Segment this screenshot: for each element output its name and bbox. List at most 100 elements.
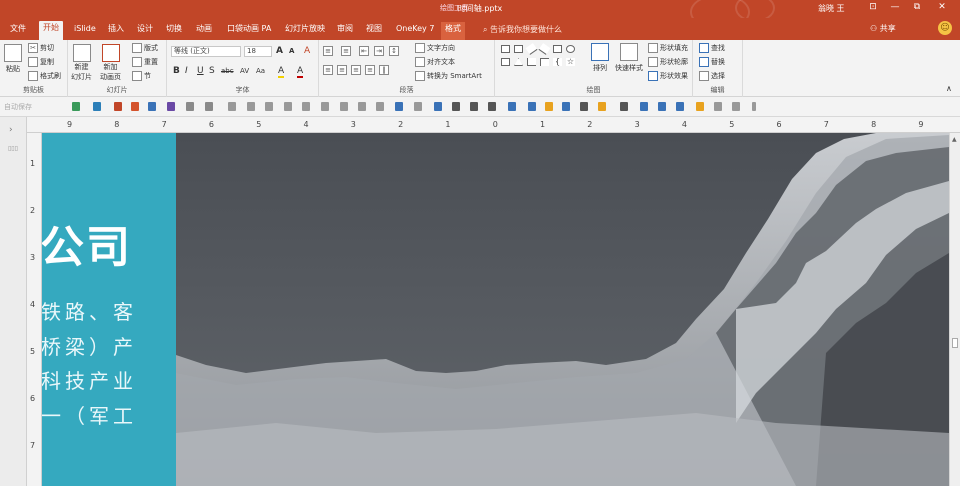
shape-triangle[interactable] [514,58,523,66]
bullets-button[interactable]: ≡ [323,46,333,56]
qat-icon[interactable] [247,102,255,111]
reset-button[interactable]: 重置 [132,57,158,67]
qat-icon[interactable] [302,102,310,111]
qat-icon[interactable] [488,102,496,111]
qat-icon[interactable] [93,102,101,111]
qat-icon[interactable] [205,102,213,111]
shape-effects-button[interactable]: 形状效果 [648,71,688,81]
share-button[interactable]: ⚇ 共享 [870,23,896,34]
align-right-button[interactable]: ≡ [351,65,361,75]
text-shadow-button[interactable]: S [209,66,215,76]
increase-indent-button[interactable]: ⇥ [374,46,384,56]
minimize-button[interactable]: — [888,2,902,12]
scrollbar-thumb[interactable] [952,338,958,348]
qat-icon[interactable] [186,102,194,111]
shape-rectangle[interactable] [553,45,562,53]
tab-pocket-animation[interactable]: 口袋动画 PA [223,22,275,38]
close-button[interactable]: ✕ [935,2,949,12]
shape-connector[interactable] [540,58,549,66]
qat-icon[interactable] [265,102,273,111]
qat-icon[interactable] [358,102,366,111]
qat-icon[interactable] [131,102,139,111]
find-button[interactable]: 查找 [699,43,725,53]
tab-onekey[interactable]: OneKey 7 [392,22,438,38]
ribbon-display-icon[interactable]: ⊡ [866,2,880,12]
restore-button[interactable]: ⧉ [910,2,924,12]
qat-icon[interactable] [72,102,80,111]
qat-icon[interactable] [676,102,684,111]
tab-slideshow[interactable]: 幻灯片放映 [281,22,329,38]
qat-icon[interactable] [228,102,236,111]
highlight-color-button[interactable]: A [278,66,285,78]
qat-icon[interactable] [321,102,329,111]
decrease-indent-button[interactable]: ⇤ [359,46,369,56]
qat-icon[interactable] [508,102,516,111]
lock-icon[interactable] [732,102,740,111]
slide-text-line[interactable]: 铁路、客 [42,296,137,325]
justify-button[interactable]: ≡ [365,65,375,75]
shape-elbow[interactable] [527,58,536,66]
new-animation-button[interactable]: 新加 动画页 [100,44,121,82]
tab-transitions[interactable]: 切换 [162,22,186,38]
tab-file[interactable]: 文件 [6,22,30,38]
replace-button[interactable]: 替换 [699,57,725,67]
cut-button[interactable]: ✂ 剪切 [28,43,54,53]
section-button[interactable]: 节 [132,71,151,81]
qat-icon[interactable] [620,102,628,111]
tab-format[interactable]: 格式 [441,22,465,40]
shape-outline-button[interactable]: 形状轮廓 [648,57,688,67]
customize-qat-icon[interactable] [752,102,756,111]
font-size-select[interactable]: 18 [244,46,272,57]
qat-icon[interactable] [114,102,122,111]
tab-insert[interactable]: 插入 [104,22,128,38]
qat-icon[interactable] [714,102,722,111]
eyedropper-icon[interactable] [470,102,478,111]
font-color-button[interactable]: A [297,66,304,78]
quick-styles-button[interactable]: 快速样式 [615,43,643,73]
vertical-scrollbar[interactable]: ▲ [949,133,960,486]
shape-rounded-rect[interactable] [501,58,510,66]
slide-canvas[interactable]: 公司 铁路、客 桥梁）产 科技产业 一（军工 [42,133,949,486]
shape-fill-button[interactable]: 形状填充 [648,43,688,53]
fill-color-icon[interactable] [598,102,606,111]
user-name[interactable]: 翁晓 王 [818,3,845,14]
slide-text-line[interactable]: 桥梁）产 [42,331,137,360]
collapse-ribbon-icon[interactable]: ∧ [946,84,952,93]
shape-oval[interactable] [566,45,575,53]
italic-button[interactable]: I [185,66,188,76]
mountain-photo[interactable] [176,133,949,486]
slide-text-line[interactable]: 科技产业 [42,365,137,394]
qat-icon[interactable] [340,102,348,111]
font-name-select[interactable]: 等线 (正文) [171,46,241,57]
tab-design[interactable]: 设计 [133,22,157,38]
save-icon[interactable] [167,102,175,111]
align-left-button[interactable]: ≡ [323,65,333,75]
qat-icon[interactable] [640,102,648,111]
qat-icon[interactable] [284,102,292,111]
shape-textbox[interactable] [501,45,510,53]
bold-button[interactable]: B [173,66,180,76]
shape-star[interactable]: ☆ [566,58,575,66]
shape-line[interactable] [525,43,538,55]
slide-heading[interactable]: 公司 [42,211,132,275]
tab-islide[interactable]: iSlide [70,22,100,38]
strikethrough-button[interactable]: abc [221,67,234,75]
qat-icon[interactable] [658,102,666,111]
align-text-button[interactable]: 对齐文本 [415,57,455,67]
qat-icon[interactable] [545,102,553,111]
grow-font-button[interactable]: A [276,46,283,56]
shape-brace[interactable]: { [553,58,562,66]
qat-icon[interactable] [434,102,442,111]
copy-button[interactable]: 复制 [28,57,54,67]
char-spacing-button[interactable]: AV [240,67,249,75]
new-slide-button[interactable]: 新建 幻灯片 [71,44,92,82]
align-center-button[interactable]: ≡ [337,65,347,75]
title-panel[interactable]: 公司 铁路、客 桥梁）产 科技产业 一（军工 [42,133,176,486]
clear-format-button[interactable]: A [304,46,310,56]
change-case-button[interactable]: Aa [256,67,265,75]
tab-home[interactable]: 开始 [39,21,63,40]
vertical-ruler[interactable]: 1 2 3 4 5 6 7 [27,133,42,486]
format-painter-button[interactable]: 格式刷 [28,71,61,81]
tab-view[interactable]: 视图 [362,22,386,38]
select-button[interactable]: 选择 [699,71,725,81]
